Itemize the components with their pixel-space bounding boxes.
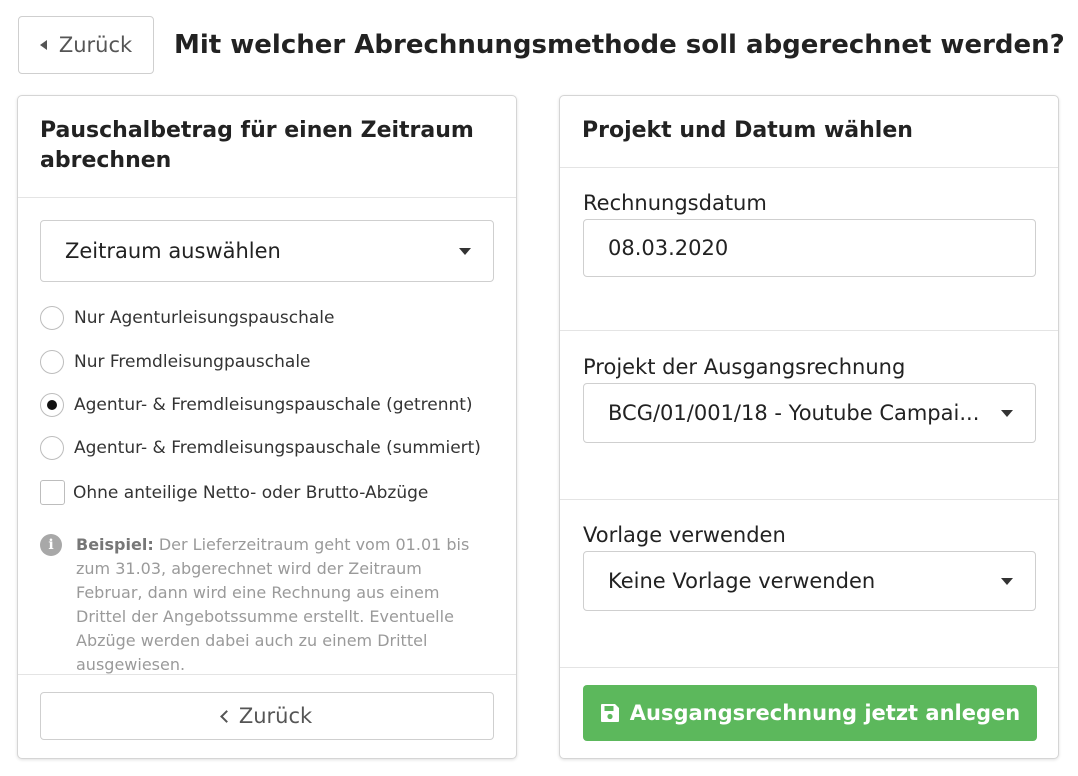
radio-label: Agentur- & Fremdleisungspauschale (summi…: [74, 438, 481, 458]
project-date-panel-title: Projekt und Datum wählen: [582, 118, 913, 143]
checkbox-label: Ohne anteilige Netto- oder Brutto-Abzüge: [73, 482, 429, 503]
project-date-panel-header: Projekt und Datum wählen: [560, 96, 1058, 168]
caret-down-icon: [1001, 578, 1013, 585]
create-invoice-button[interactable]: Ausgangsrechnung jetzt anlegen: [583, 685, 1037, 741]
project-label: Projekt der Ausgangsrechnung: [583, 355, 906, 379]
template-select-value: Keine Vorlage verwenden: [608, 569, 876, 593]
invoice-date-value: 08.03.2020: [608, 236, 729, 260]
caret-down-icon: [1001, 410, 1013, 417]
radio-option-separate[interactable]: Agentur- & Fremdleisungspauschale (getre…: [40, 393, 473, 417]
template-label: Vorlage verwenden: [583, 523, 786, 547]
flat-rate-panel-title: Pauschalbetrag für einen Zeitraum abrech…: [40, 118, 474, 173]
page-title: Mit welcher Abrechnungsmethode soll abge…: [174, 30, 1065, 60]
save-icon: [600, 704, 619, 722]
page-header: Zurück Mit welcher Abrechnungsmethode so…: [18, 16, 1065, 74]
checkbox[interactable]: [40, 480, 65, 505]
radio-button[interactable]: [40, 306, 64, 330]
example-info-body: Der Lieferzeitraum geht vom 01.01 bis zu…: [76, 535, 470, 674]
radio-option-external-only[interactable]: Nur Fremdleisungpauschale: [40, 350, 311, 374]
flat-rate-panel: Pauschalbetrag für einen Zeitraum abrech…: [17, 95, 517, 759]
radio-label: Nur Fremdleisungpauschale: [74, 352, 311, 372]
divider: [560, 667, 1058, 668]
back-button-top[interactable]: Zurück: [18, 16, 154, 74]
triangle-left-icon: [39, 40, 47, 50]
radio-label: Nur Agenturleisungspauschale: [74, 308, 335, 328]
back-button-bottom[interactable]: Zurück: [40, 692, 494, 740]
radio-button-checked[interactable]: [40, 393, 64, 417]
back-button-label: Zurück: [238, 704, 313, 728]
radio-button[interactable]: [40, 350, 64, 374]
radio-option-agency-only[interactable]: Nur Agenturleisungspauschale: [40, 306, 335, 330]
chevron-left-icon: [219, 710, 233, 723]
divider: [560, 330, 1058, 331]
radio-option-summed[interactable]: Agentur- & Fremdleisungspauschale (summi…: [40, 436, 481, 460]
flat-rate-panel-header: Pauschalbetrag für einen Zeitraum abrech…: [18, 96, 516, 198]
invoice-date-input[interactable]: 08.03.2020: [583, 219, 1036, 277]
back-button-label: Zurück: [58, 33, 133, 57]
example-info: i Beispiel: Der Lieferzeitraum geht vom …: [40, 533, 490, 677]
period-select[interactable]: Zeitraum auswählen: [40, 220, 494, 282]
template-select[interactable]: Keine Vorlage verwenden: [583, 551, 1036, 611]
project-date-panel: Projekt und Datum wählen Rechnungsdatum …: [559, 95, 1059, 759]
info-icon: i: [40, 534, 62, 556]
project-select-value: BCG/01/001/18 - Youtube Campai...: [608, 401, 980, 425]
divider: [560, 499, 1058, 500]
project-select[interactable]: BCG/01/001/18 - Youtube Campai...: [583, 383, 1036, 443]
example-info-label: Beispiel:: [76, 535, 154, 554]
checkbox-option-no-deductions[interactable]: Ohne anteilige Netto- oder Brutto-Abzüge: [40, 480, 428, 505]
radio-label: Agentur- & Fremdleisungspauschale (getre…: [74, 395, 473, 415]
radio-button[interactable]: [40, 436, 64, 460]
invoice-date-label: Rechnungsdatum: [583, 191, 767, 215]
create-invoice-button-label: Ausgangsrechnung jetzt anlegen: [629, 701, 1021, 725]
caret-down-icon: [459, 248, 471, 255]
example-info-text: Beispiel: Der Lieferzeitraum geht vom 01…: [76, 533, 490, 677]
divider: [18, 674, 516, 675]
period-select-value: Zeitraum auswählen: [65, 239, 281, 263]
